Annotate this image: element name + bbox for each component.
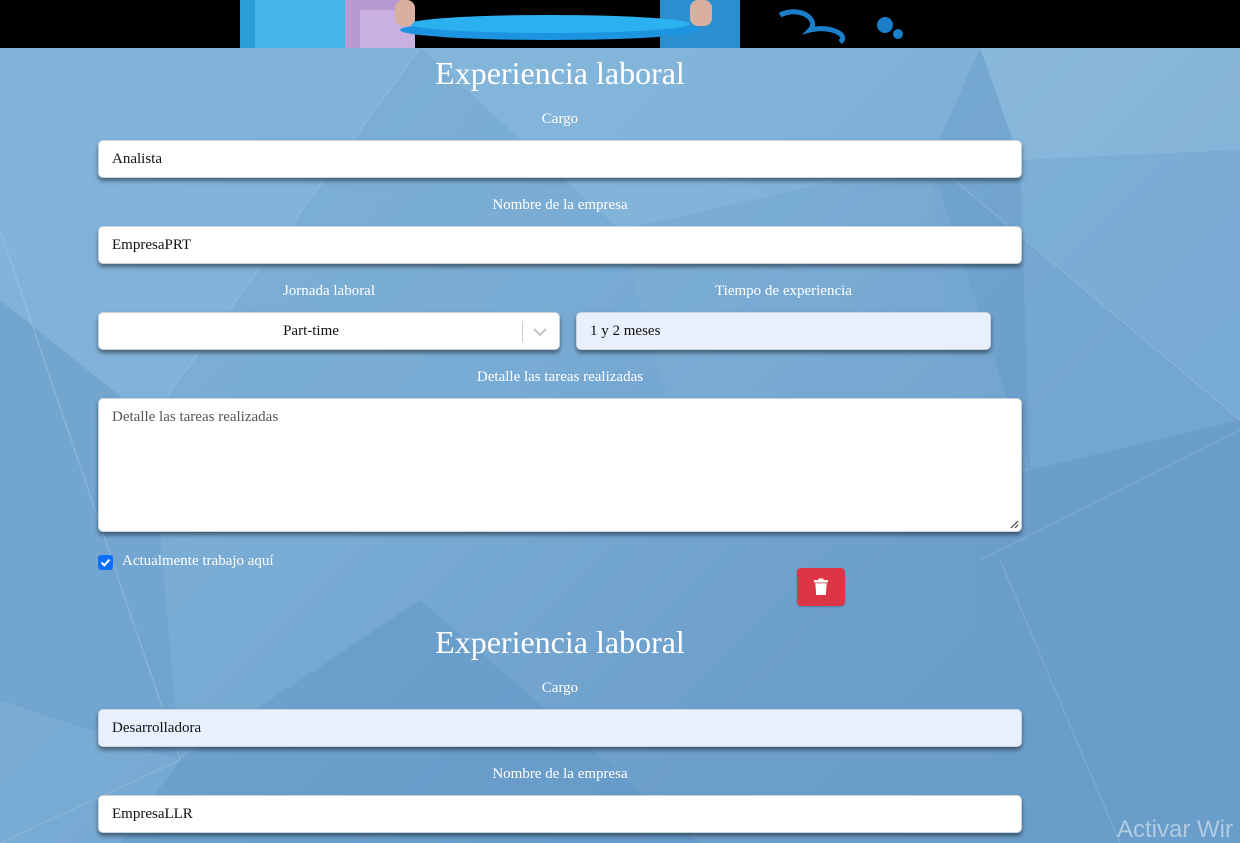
delete-button[interactable] (797, 568, 845, 606)
empresa-input[interactable]: EmpresaLLR (98, 795, 1022, 833)
empresa-label: Nombre de la empresa (492, 197, 628, 213)
cargo-value: Desarrolladora (112, 719, 202, 736)
cargo-input[interactable]: Analista (98, 140, 1022, 178)
resize-handle-icon[interactable] (1009, 519, 1019, 529)
cargo-value: Analista (112, 150, 162, 167)
activation-watermark: Activar Wir (1117, 816, 1233, 843)
tareas-label: Detalle las tareas realizadas (476, 369, 644, 385)
empresa-label: Nombre de la empresa (492, 766, 628, 782)
tiempo-value: 1 y 2 meses (590, 322, 661, 339)
cargo-label: Cargo (541, 111, 579, 127)
tiempo-input[interactable]: 1 y 2 meses (576, 312, 991, 350)
jornada-select[interactable]: Part-time (98, 312, 560, 350)
jornada-label: Jornada laboral (282, 283, 376, 299)
tareas-placeholder: Detalle las tareas realizadas (112, 409, 279, 425)
empresa-value: EmpresaLLR (112, 805, 193, 822)
banner-image (240, 0, 903, 48)
header-banner (0, 0, 1240, 48)
actual-checkbox[interactable] (98, 555, 113, 570)
section-title: Experiencia laboral (435, 624, 685, 660)
tiempo-label: Tiempo de experiencia (715, 283, 852, 299)
chevron-down-icon[interactable] (531, 324, 549, 340)
actual-label: Actualmente trabajo aquí (122, 553, 274, 569)
page: Experiencia laboral Cargo Analista Nombr… (0, 0, 1240, 843)
cargo-label: Cargo (541, 680, 579, 696)
tareas-textarea[interactable]: Detalle las tareas realizadas (98, 398, 1022, 532)
empresa-input[interactable]: EmpresaPRT (98, 226, 1022, 264)
empresa-value: EmpresaPRT (112, 236, 192, 253)
section-title: Experiencia laboral (435, 55, 685, 91)
jornada-value: Part-time (283, 322, 339, 339)
select-separator (522, 321, 523, 342)
checkmark-icon (100, 558, 111, 567)
trash-icon (814, 578, 828, 595)
cargo-input[interactable]: Desarrolladora (98, 709, 1022, 747)
